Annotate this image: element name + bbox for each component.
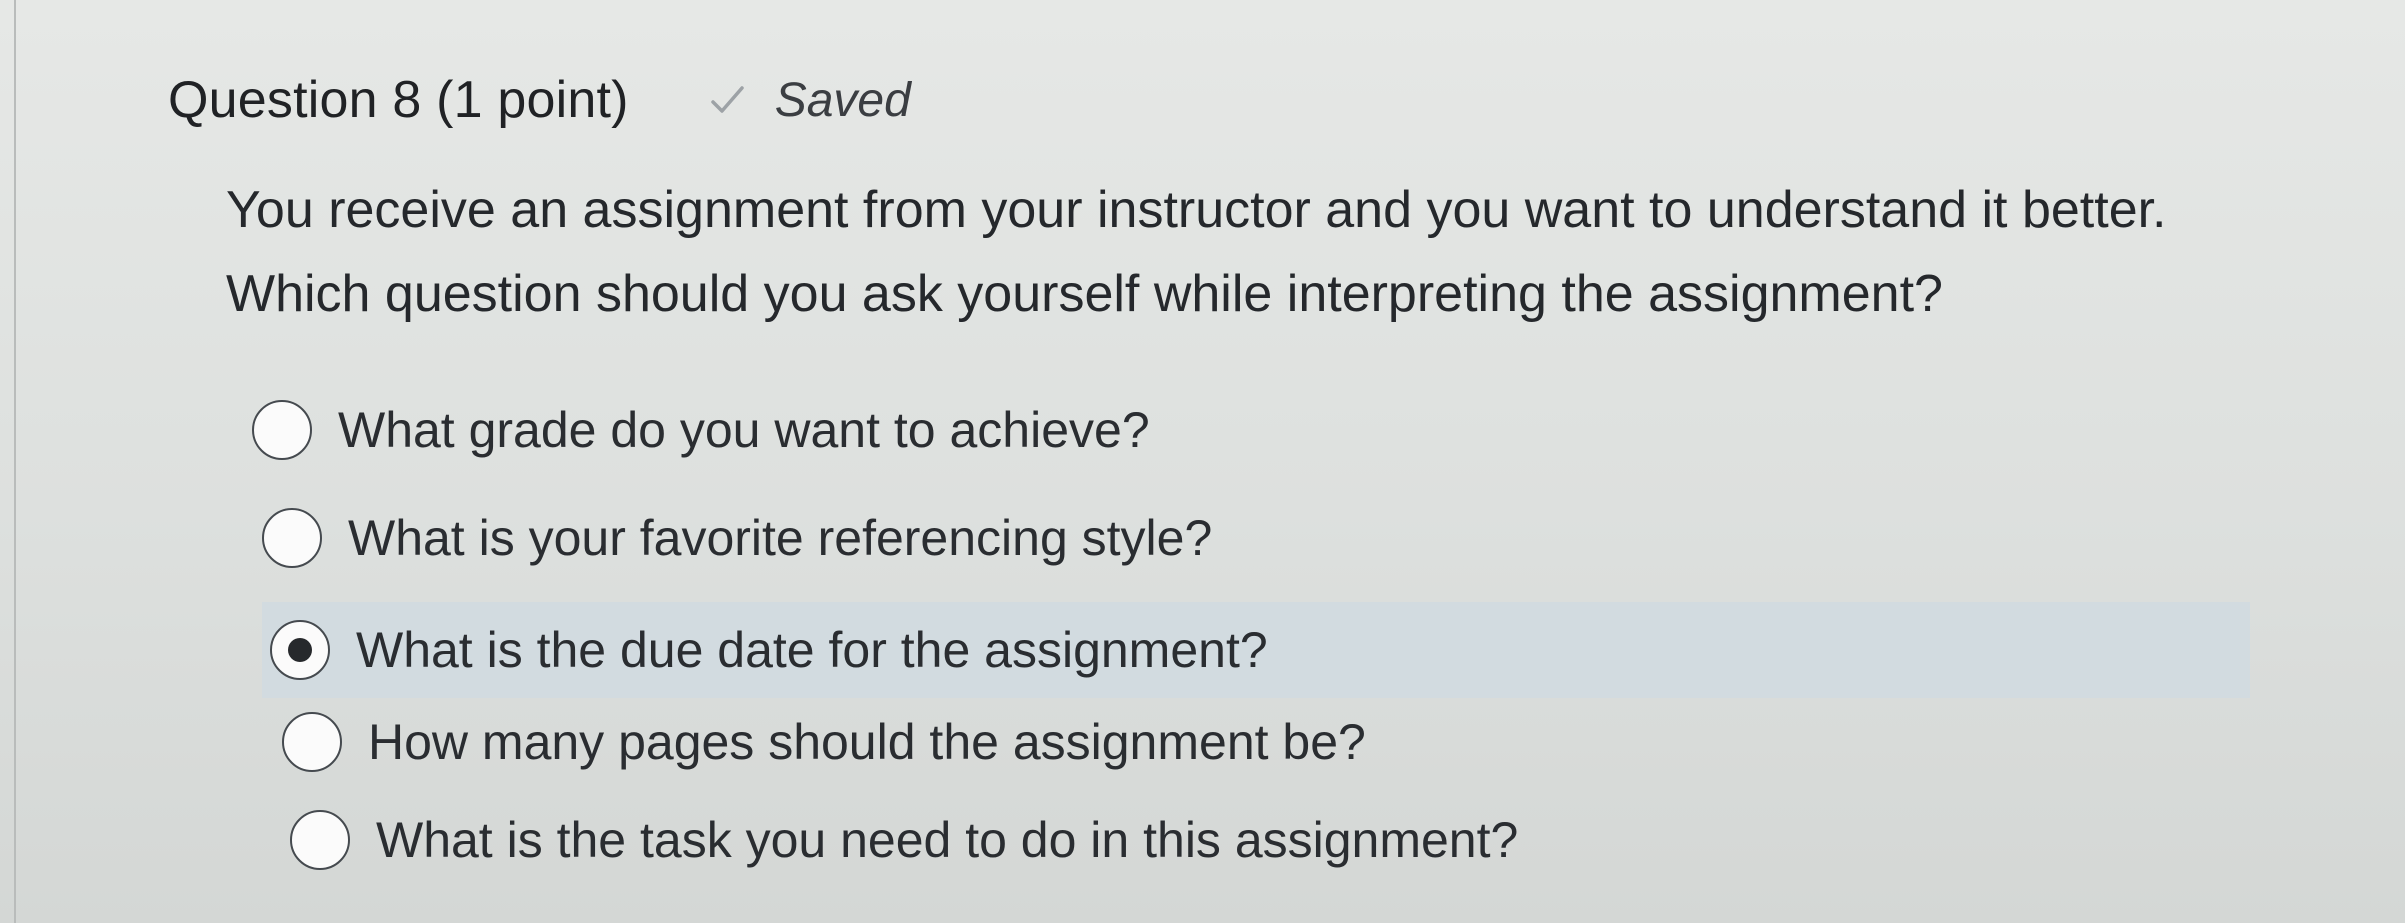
answer-label[interactable]: What is the task you need to do in this … [376, 811, 1518, 869]
answer-label[interactable]: What is your favorite referencing style? [348, 509, 1212, 567]
answer-option-5[interactable]: What is the task you need to do in this … [290, 792, 1518, 888]
answer-option-3-selected[interactable]: What is the due date for the assignment? [262, 602, 2250, 698]
checkmark-icon [707, 80, 747, 120]
radio-button[interactable] [262, 508, 322, 568]
answer-option-4[interactable]: How many pages should the assignment be? [282, 694, 1366, 790]
answer-option-1[interactable]: What grade do you want to achieve? [252, 382, 1150, 478]
answer-label[interactable]: How many pages should the assignment be? [368, 713, 1366, 771]
saved-status: Saved [707, 73, 911, 128]
answer-label[interactable]: What grade do you want to achieve? [338, 401, 1150, 459]
saved-label: Saved [774, 73, 911, 127]
radio-button[interactable] [252, 400, 312, 460]
answer-label[interactable]: What is the due date for the assignment? [356, 621, 1268, 679]
quiz-page: Question 8 (1 point) Saved You receive a… [0, 0, 2405, 923]
radio-button[interactable] [290, 810, 350, 870]
answer-option-2[interactable]: What is your favorite referencing style? [262, 490, 1212, 586]
question-header: Question 8 (1 point) Saved [168, 60, 911, 140]
question-title: Question 8 (1 point) [168, 71, 629, 129]
prompt-line: Which question should you ask yourself w… [226, 265, 1943, 323]
question-prompt: You receive an assignment from your inst… [226, 168, 2326, 336]
radio-button-selected[interactable] [270, 620, 330, 680]
left-panel-edge [0, 0, 16, 923]
prompt-line: You receive an assignment from your inst… [226, 181, 2167, 239]
radio-button[interactable] [282, 712, 342, 772]
radio-selected-dot [288, 638, 312, 662]
